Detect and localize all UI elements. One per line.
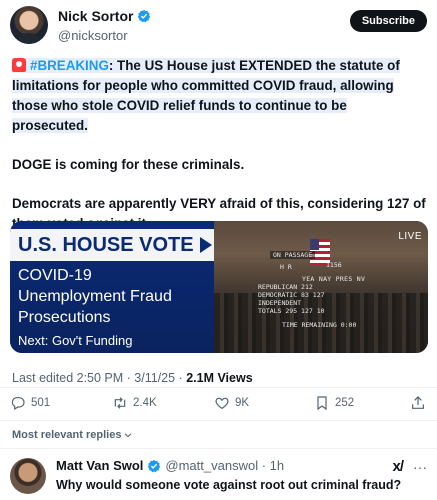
hashtag-link[interactable]: #BREAKING	[30, 58, 109, 73]
siren-icon	[12, 58, 26, 72]
verified-icon	[148, 459, 161, 472]
share-button[interactable]	[410, 395, 426, 411]
tweet-media-image[interactable]: U.S. HOUSE VOTE COVID-19 Unemployment Fr…	[10, 221, 428, 353]
scoreboard-header: YEA NAY PRES NV	[302, 275, 366, 283]
more-icon[interactable]: ···	[413, 459, 427, 475]
divider	[0, 387, 437, 388]
vote-scoreboard: ON PASSAGE H R 1156 YEA NAY PRES NV REPU…	[258, 251, 404, 331]
reply-item[interactable]: Matt Van Swol @matt_vanswol · 1h Why wou…	[10, 456, 427, 500]
scoreboard-on-passage: ON PASSAGE	[270, 251, 316, 259]
author-display-name[interactable]: Nick Sortor	[58, 8, 151, 24]
verified-icon	[138, 9, 151, 23]
scoreboard-bill-number: 1156	[326, 261, 342, 269]
live-label: LIVE	[398, 231, 422, 242]
scoreboard-row-totals: TOTALS 295 127 10	[258, 307, 325, 315]
scoreboard-time-remaining: TIME REMAINING 0:00	[282, 321, 357, 329]
like-icon	[215, 397, 229, 410]
reply-count: 501	[31, 397, 51, 409]
reply-handle-time[interactable]: @matt_vanswol · 1h	[165, 458, 284, 473]
reply-icon	[11, 397, 25, 411]
author-display-name-text[interactable]: Nick Sortor	[58, 8, 133, 24]
repost-count: 2.4K	[133, 397, 157, 409]
media-line-1: COVID-19	[18, 267, 92, 284]
tweet-meta: Last edited 2:50 PM · 3/11/25 · 2.1M Vie…	[12, 371, 253, 385]
media-house-floor-photo: LIVE ON PASSAGE H R 1156 YEA NAY PRES NV…	[214, 221, 428, 353]
media-next-text: Next: Gov't Funding	[18, 333, 133, 348]
scoreboard-row-independent: INDEPENDENT	[258, 299, 302, 307]
scoreboard-hr: H R	[280, 263, 292, 271]
media-line-3: Prosecutions	[18, 309, 111, 326]
tweet-header: Nick Sortor @nicksortor Subscribe	[10, 6, 427, 46]
subscribe-button[interactable]: Subscribe	[349, 10, 427, 32]
divider	[0, 420, 437, 421]
share-icon	[412, 396, 424, 409]
bookmark-count: 252	[335, 397, 355, 409]
play-icon	[199, 237, 212, 253]
media-line-2: Unemployment Fraud	[18, 288, 172, 305]
chevron-down-icon	[125, 433, 132, 438]
media-banner-text: U.S. HOUSE VOTE	[18, 233, 194, 256]
media-caption-lines: COVID-19 Unemployment Fraud Prosecutions	[18, 265, 172, 328]
reply-author: Matt Van Swol @matt_vanswol · 1h	[56, 458, 284, 473]
tweet-paragraph-1: #BREAKING: The US House just EXTENDED th…	[12, 56, 426, 136]
bookmark-button[interactable]: 252	[314, 395, 354, 411]
reply-text: Why would someone vote against root out …	[56, 478, 402, 492]
scoreboard-row-republican: REPUBLICAN 212	[258, 283, 313, 291]
bookmark-icon	[317, 396, 327, 411]
author-name-block: Nick Sortor @nicksortor	[58, 8, 151, 43]
reply-avatar[interactable]	[10, 458, 46, 494]
media-graphic-panel: U.S. HOUSE VOTE COVID-19 Unemployment Fr…	[10, 221, 214, 353]
reply-button[interactable]: 501	[10, 395, 50, 411]
grok-icon[interactable]: x/	[392, 458, 403, 475]
scoreboard-row-democratic: DEMOCRATIC 83 127	[258, 291, 325, 299]
tweet-paragraph-2: DOGE is coming for these criminals.	[12, 157, 245, 172]
reply-display-name[interactable]: Matt Van Swol	[56, 458, 143, 473]
edited-timestamp[interactable]: Last edited 2:50 PM · 3/11/25 ·	[12, 371, 186, 385]
reply-sort-label: Most relevant replies	[12, 429, 122, 441]
repost-button[interactable]: 2.4K	[112, 395, 157, 411]
tweet-actions: 501 2.4K 9K 252	[10, 395, 427, 413]
view-count: 2.1M Views	[186, 371, 253, 385]
media-banner: U.S. HOUSE VOTE	[10, 229, 214, 261]
divider	[0, 448, 437, 449]
reply-tools: x/ ···	[392, 458, 427, 475]
like-button[interactable]: 9K	[214, 395, 249, 411]
reply-sort-dropdown[interactable]: Most relevant replies	[12, 429, 133, 441]
like-count: 9K	[235, 397, 250, 409]
repost-icon	[114, 397, 126, 409]
author-handle[interactable]: @nicksortor	[58, 28, 151, 43]
author-avatar[interactable]	[10, 6, 48, 44]
